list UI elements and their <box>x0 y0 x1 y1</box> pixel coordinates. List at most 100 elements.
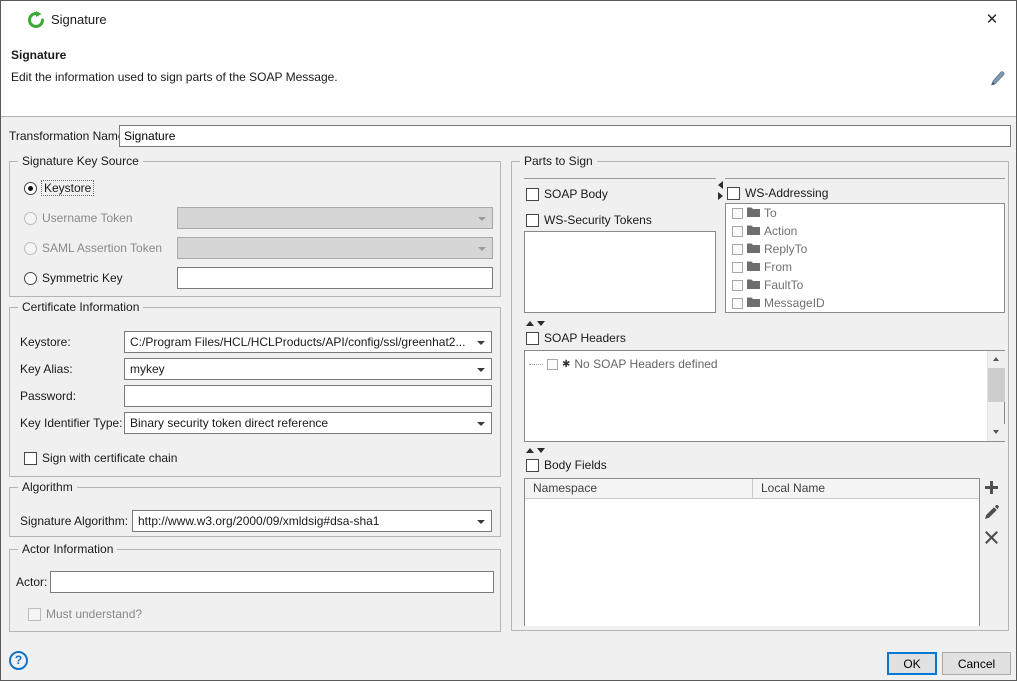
ws-security-tokens-row: WS-Security Tokens <box>526 209 652 231</box>
username-token-radio <box>24 212 37 225</box>
close-button[interactable]: ✕ <box>978 8 1006 32</box>
group-signature-key-source: Signature Key Source Keystore Username T… <box>9 161 501 297</box>
header-description: Edit the information used to sign parts … <box>11 70 338 84</box>
key-alias-combo[interactable]: mykey <box>124 358 492 380</box>
splitter-collapse-up-icon[interactable] <box>526 448 534 453</box>
splitter-collapse-left-icon[interactable] <box>718 181 723 189</box>
sign-with-chain-row: Sign with certificate chain <box>24 447 177 469</box>
item-checkbox[interactable] <box>732 208 743 219</box>
signature-algorithm-label: Signature Algorithm: <box>20 514 128 528</box>
cancel-button[interactable]: Cancel <box>942 652 1011 675</box>
ws-addressing-list[interactable]: To Action ReplyTo From <box>725 203 1005 313</box>
add-button[interactable] <box>982 480 1000 498</box>
keystore-radio[interactable] <box>24 182 37 195</box>
chevron-down-icon <box>477 520 485 524</box>
folder-icon <box>747 260 760 274</box>
item-checkbox[interactable] <box>732 298 743 309</box>
item-label: To <box>764 206 777 220</box>
header-node-icon: ✱ <box>562 359 570 370</box>
item-label: FaultTo <box>764 278 803 292</box>
ws-addressing-item-to[interactable]: To <box>726 204 1004 222</box>
signature-pen-icon <box>989 69 1007 86</box>
item-checkbox[interactable] <box>732 226 743 237</box>
item-checkbox[interactable] <box>732 262 743 273</box>
folder-icon <box>747 206 760 220</box>
ws-addressing-item-faultto[interactable]: FaultTo <box>726 276 1004 294</box>
key-identifier-type-combo-value: Binary security token direct reference <box>130 416 471 430</box>
actor-input[interactable] <box>50 571 494 593</box>
header-title: Signature <box>11 48 66 62</box>
ws-addressing-item-from[interactable]: From <box>726 258 1004 276</box>
signature-algorithm-combo-value: http://www.w3.org/2000/09/xmldsig#dsa-sh… <box>138 514 471 528</box>
group-actor-information: Actor Information Actor: Must understand… <box>9 549 501 632</box>
soap-body-checkbox[interactable] <box>526 188 539 201</box>
body-fields-label[interactable]: Body Fields <box>544 458 607 472</box>
ws-addressing-item-messageid[interactable]: MessageID <box>726 294 1004 312</box>
keystore-radio-label[interactable]: Keystore <box>42 181 93 195</box>
soap-headers-checkbox[interactable] <box>526 332 539 345</box>
delete-button[interactable] <box>982 530 1000 548</box>
item-label: MessageID <box>764 296 825 310</box>
ws-addressing-panel: WS-Addressing To Action ReplyTo <box>725 178 1005 317</box>
splitter-collapse-right-icon[interactable] <box>718 192 723 200</box>
soap-headers-tree[interactable]: ✱ No SOAP Headers defined <box>524 350 1005 442</box>
body-fields-checkbox[interactable] <box>526 459 539 472</box>
ws-addressing-item-replyto[interactable]: ReplyTo <box>726 240 1004 258</box>
column-header-namespace: Namespace <box>525 479 753 498</box>
item-checkbox[interactable] <box>732 244 743 255</box>
scroll-down-button[interactable] <box>988 424 1005 441</box>
symmetric-key-radio-label[interactable]: Symmetric Key <box>42 271 123 285</box>
ws-addressing-checkbox[interactable] <box>727 187 740 200</box>
password-input[interactable] <box>124 385 492 407</box>
table-header: Namespace Local Name <box>525 479 979 499</box>
vertical-splitter[interactable] <box>716 178 725 317</box>
folder-icon <box>747 242 760 256</box>
vertical-scrollbar[interactable] <box>987 351 1004 441</box>
transformation-name-label: Transformation Name: <box>9 129 128 143</box>
saml-assertion-combo <box>177 237 493 259</box>
splitter-collapse-up-icon[interactable] <box>526 321 534 326</box>
title-bar: Signature ✕ <box>1 1 1016 39</box>
item-checkbox[interactable] <box>732 280 743 291</box>
node-checkbox <box>547 359 558 370</box>
transformation-name-input[interactable] <box>119 125 1011 147</box>
item-label: From <box>764 260 792 274</box>
ws-addressing-label[interactable]: WS-Addressing <box>745 186 828 200</box>
edit-button[interactable] <box>982 505 1000 523</box>
sign-with-chain-checkbox[interactable] <box>24 452 37 465</box>
symmetric-key-radio[interactable] <box>24 272 37 285</box>
group-parts-to-sign: Parts to Sign SOAP Body WS-Security Toke… <box>511 161 1009 631</box>
keystore-combo[interactable]: C:/Program Files/HCL/HCLProducts/API/con… <box>124 331 492 353</box>
keystore-field-label: Keystore: <box>20 335 71 349</box>
soap-headers-label[interactable]: SOAP Headers <box>544 331 626 345</box>
ws-addressing-item-action[interactable]: Action <box>726 222 1004 240</box>
key-identifier-type-combo[interactable]: Binary security token direct reference <box>124 412 492 434</box>
ws-security-tokens-list[interactable] <box>524 231 716 313</box>
column-header-local-name: Local Name <box>753 479 825 498</box>
symmetric-key-input[interactable] <box>177 267 493 289</box>
chevron-down-icon <box>477 341 485 345</box>
must-understand-checkbox <box>28 608 41 621</box>
ws-security-tokens-checkbox[interactable] <box>526 214 539 227</box>
help-button[interactable]: ? <box>9 651 28 670</box>
scroll-up-button[interactable] <box>988 351 1005 368</box>
ws-security-tokens-label[interactable]: WS-Security Tokens <box>544 213 652 227</box>
transformation-name-row: Transformation Name: <box>9 125 1011 147</box>
ok-button[interactable]: OK <box>887 652 937 675</box>
signature-algorithm-combo[interactable]: http://www.w3.org/2000/09/xmldsig#dsa-sh… <box>132 510 492 532</box>
sign-with-chain-label[interactable]: Sign with certificate chain <box>42 451 177 465</box>
splitter-collapse-down-icon[interactable] <box>537 448 545 453</box>
group-certificate-information: Certificate Information Keystore: C:/Pro… <box>9 307 501 477</box>
username-token-combo <box>177 207 493 229</box>
group-algorithm: Algorithm Signature Algorithm: http://ww… <box>9 487 501 537</box>
key-alias-field-label: Key Alias: <box>20 362 73 376</box>
body-fields-row: Body Fields <box>526 454 607 476</box>
must-understand-row: Must understand? <box>28 603 142 625</box>
symmetric-key-radio-row: Symmetric Key <box>24 267 123 289</box>
splitter-collapse-down-icon[interactable] <box>537 321 545 326</box>
soap-body-label[interactable]: SOAP Body <box>544 187 608 201</box>
keystore-radio-row: Keystore <box>24 177 93 199</box>
actor-information-legend: Actor Information <box>18 542 117 556</box>
scrollbar-thumb[interactable] <box>988 368 1005 402</box>
signature-key-source-legend: Signature Key Source <box>18 154 143 168</box>
